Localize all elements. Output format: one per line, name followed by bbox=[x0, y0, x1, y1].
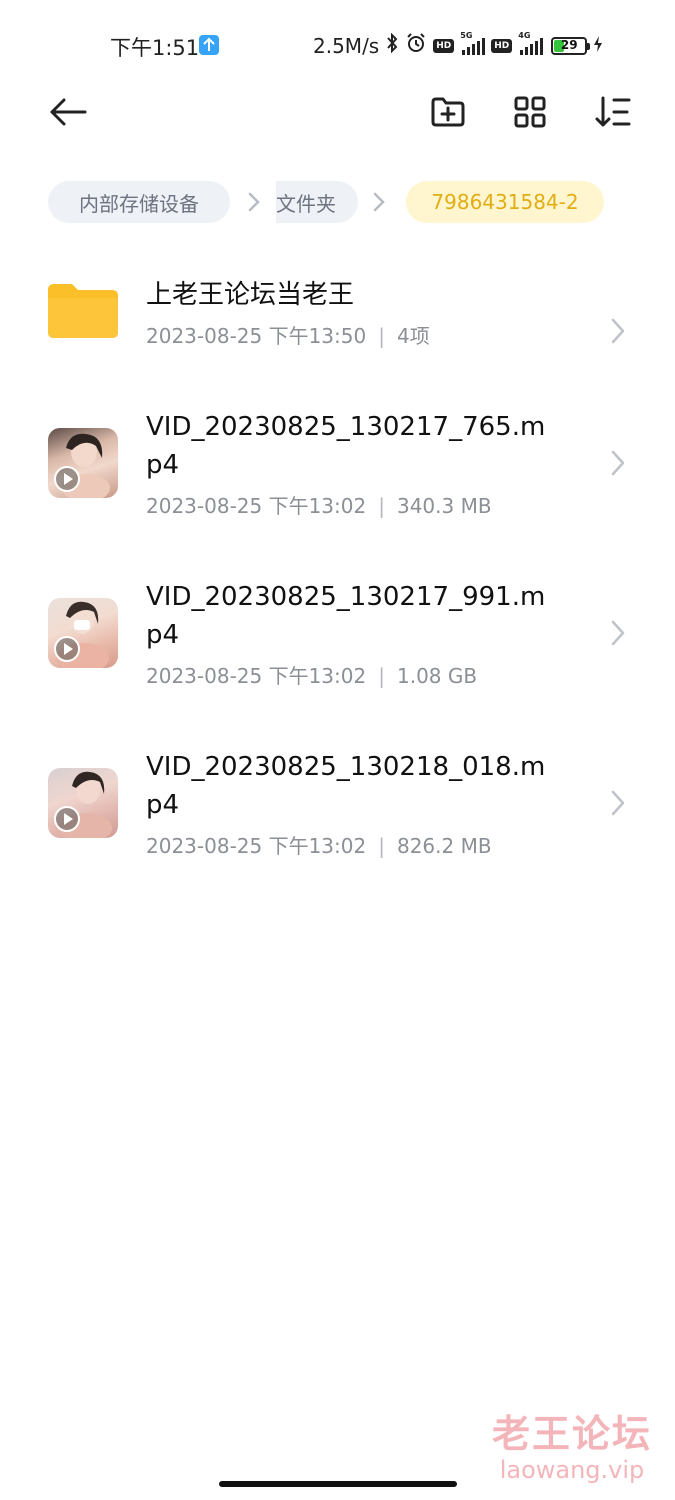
back-arrow-icon bbox=[48, 97, 88, 131]
chevron-right-icon bbox=[608, 316, 628, 346]
folder-icon bbox=[48, 284, 118, 338]
grid-view-icon bbox=[513, 95, 547, 133]
video-thumbnail bbox=[48, 598, 118, 668]
chevron-right-icon bbox=[246, 192, 262, 212]
file-meta: 2023-08-25 下午13:02 | 1.08 GB bbox=[146, 660, 477, 689]
file-meta: 2023-08-25 下午13:02 | 826.2 MB bbox=[146, 830, 492, 859]
file-info: 4项 bbox=[396, 324, 430, 348]
toolbar bbox=[0, 86, 675, 142]
grid-view-button[interactable] bbox=[502, 86, 558, 142]
hd-badge: HD bbox=[433, 38, 455, 53]
status-bar: 下午1:51 2.5M/s HD 5G HD 4G 29 bbox=[0, 26, 675, 66]
play-icon bbox=[54, 806, 80, 832]
file-date: 2023-08-25 下午13:02 bbox=[146, 834, 367, 858]
file-name: 上老王论坛当老王 bbox=[146, 280, 355, 310]
alarm-icon bbox=[405, 32, 427, 59]
breadcrumb-item-folder[interactable]: 文件夹 bbox=[276, 181, 358, 223]
file-info: 340.3 MB bbox=[396, 494, 492, 518]
back-button[interactable] bbox=[40, 86, 96, 142]
network-5g-label: 5G bbox=[460, 30, 473, 40]
new-folder-button[interactable] bbox=[420, 86, 476, 142]
chevron-right-icon bbox=[608, 788, 628, 818]
video-thumbnail bbox=[48, 428, 118, 498]
file-date: 2023-08-25 下午13:02 bbox=[146, 664, 367, 688]
breadcrumb-item-current[interactable]: 7986431584-2 bbox=[406, 181, 604, 223]
watermark-en: laowang.vip bbox=[499, 1456, 645, 1484]
hd-badge-2: HD bbox=[491, 38, 513, 53]
meta-separator: | bbox=[378, 494, 385, 518]
chevron-right-icon bbox=[608, 448, 628, 478]
sort-button[interactable] bbox=[585, 86, 641, 142]
bluetooth-icon bbox=[385, 32, 399, 58]
chevron-right-icon bbox=[371, 192, 387, 212]
list-item-video[interactable]: VID_20230825_130218_018.mp4 2023-08-25 下… bbox=[0, 748, 675, 858]
play-icon bbox=[54, 466, 80, 492]
meta-separator: | bbox=[378, 664, 385, 688]
file-meta: 2023-08-25 下午13:02 | 340.3 MB bbox=[146, 490, 492, 519]
upload-icon bbox=[199, 35, 219, 55]
network-speed: 2.5M/s bbox=[313, 33, 380, 58]
sort-icon bbox=[594, 95, 632, 133]
signal-5g-icon: 5G bbox=[460, 31, 486, 55]
battery-level: 29 bbox=[560, 37, 578, 52]
list-item-folder[interactable]: 上老王论坛当老王 2023-08-25 下午13:50 | 4项 bbox=[0, 270, 675, 390]
play-icon bbox=[54, 636, 80, 662]
status-right: 2.5M/s HD 5G HD 4G 29 bbox=[313, 31, 603, 59]
file-info: 826.2 MB bbox=[396, 834, 492, 858]
file-name: VID_20230825_130217_991.mp4 bbox=[146, 582, 546, 650]
file-meta: 2023-08-25 下午13:50 | 4项 bbox=[146, 320, 430, 349]
file-date: 2023-08-25 下午13:02 bbox=[146, 494, 367, 518]
status-time: 下午1:51 bbox=[110, 36, 200, 60]
watermark-cn: 老王论坛 bbox=[491, 1412, 652, 1456]
signal-4g-icon: 4G bbox=[518, 31, 544, 55]
breadcrumb: 内部存储设备 文件夹 7986431584-2 bbox=[0, 181, 675, 225]
watermark: 老王论坛 laowang.vip bbox=[487, 1413, 657, 1485]
list-item-video[interactable]: VID_20230825_130217_991.mp4 2023-08-25 下… bbox=[0, 578, 675, 688]
battery-icon: 29 bbox=[551, 36, 591, 55]
charging-icon bbox=[593, 34, 603, 58]
meta-separator: | bbox=[378, 834, 385, 858]
new-folder-icon bbox=[430, 96, 466, 132]
meta-separator: | bbox=[378, 324, 385, 348]
file-info: 1.08 GB bbox=[396, 664, 478, 688]
network-4g-label: 4G bbox=[518, 30, 531, 40]
file-date: 2023-08-25 下午13:50 bbox=[146, 324, 367, 348]
list-item-video[interactable]: VID_20230825_130217_765.mp4 2023-08-25 下… bbox=[0, 408, 675, 518]
file-name: VID_20230825_130217_765.mp4 bbox=[146, 412, 546, 480]
video-thumbnail bbox=[48, 768, 118, 838]
breadcrumb-item-internal-storage[interactable]: 内部存储设备 bbox=[48, 181, 230, 223]
home-indicator[interactable] bbox=[219, 1481, 457, 1487]
chevron-right-icon bbox=[608, 618, 628, 648]
file-name: VID_20230825_130218_018.mp4 bbox=[146, 752, 546, 820]
